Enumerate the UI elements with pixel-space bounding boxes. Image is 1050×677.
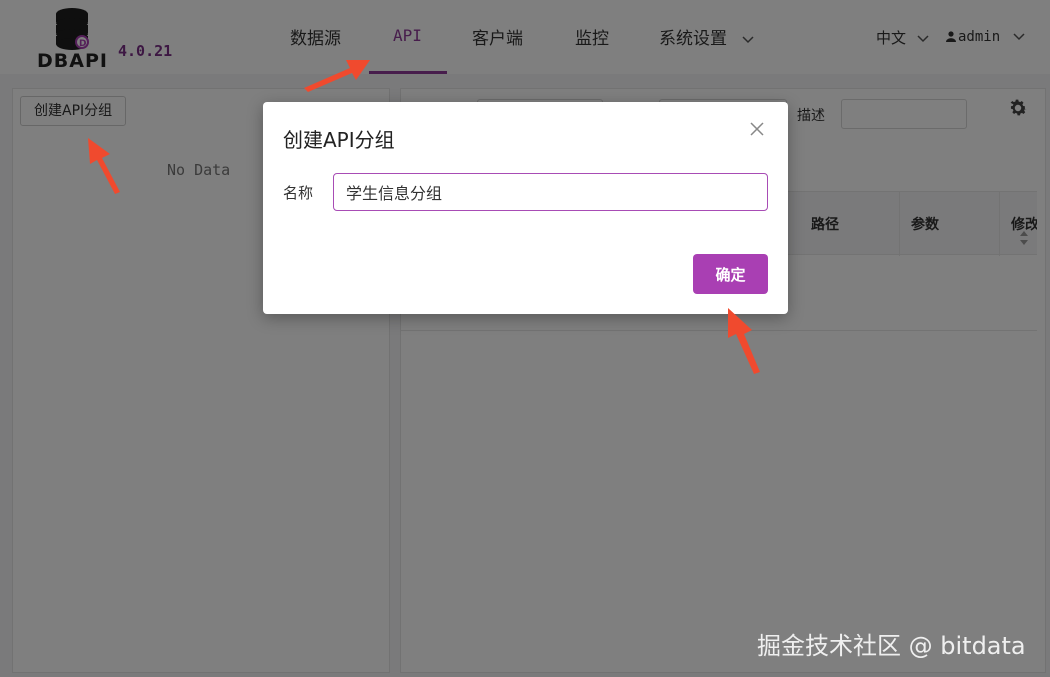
confirm-button[interactable]: 确定 (693, 254, 768, 294)
name-field-label: 名称 (283, 184, 314, 202)
close-icon[interactable] (750, 122, 764, 136)
annotation-arrow-icon (88, 138, 120, 194)
create-group-dialog: 创建API分组 名称 确定 (263, 102, 788, 314)
watermark-text: 掘金技术社区 @ bitdata (757, 632, 1026, 660)
group-name-input[interactable] (333, 173, 768, 211)
dialog-title: 创建API分组 (283, 128, 395, 152)
app-root: D DBAPI 4.0.21 数据源 API 客户端 监控 系统设置 中文 ad… (0, 0, 1050, 677)
annotation-arrow-icon (728, 308, 760, 374)
annotation-arrow-icon (304, 60, 370, 92)
